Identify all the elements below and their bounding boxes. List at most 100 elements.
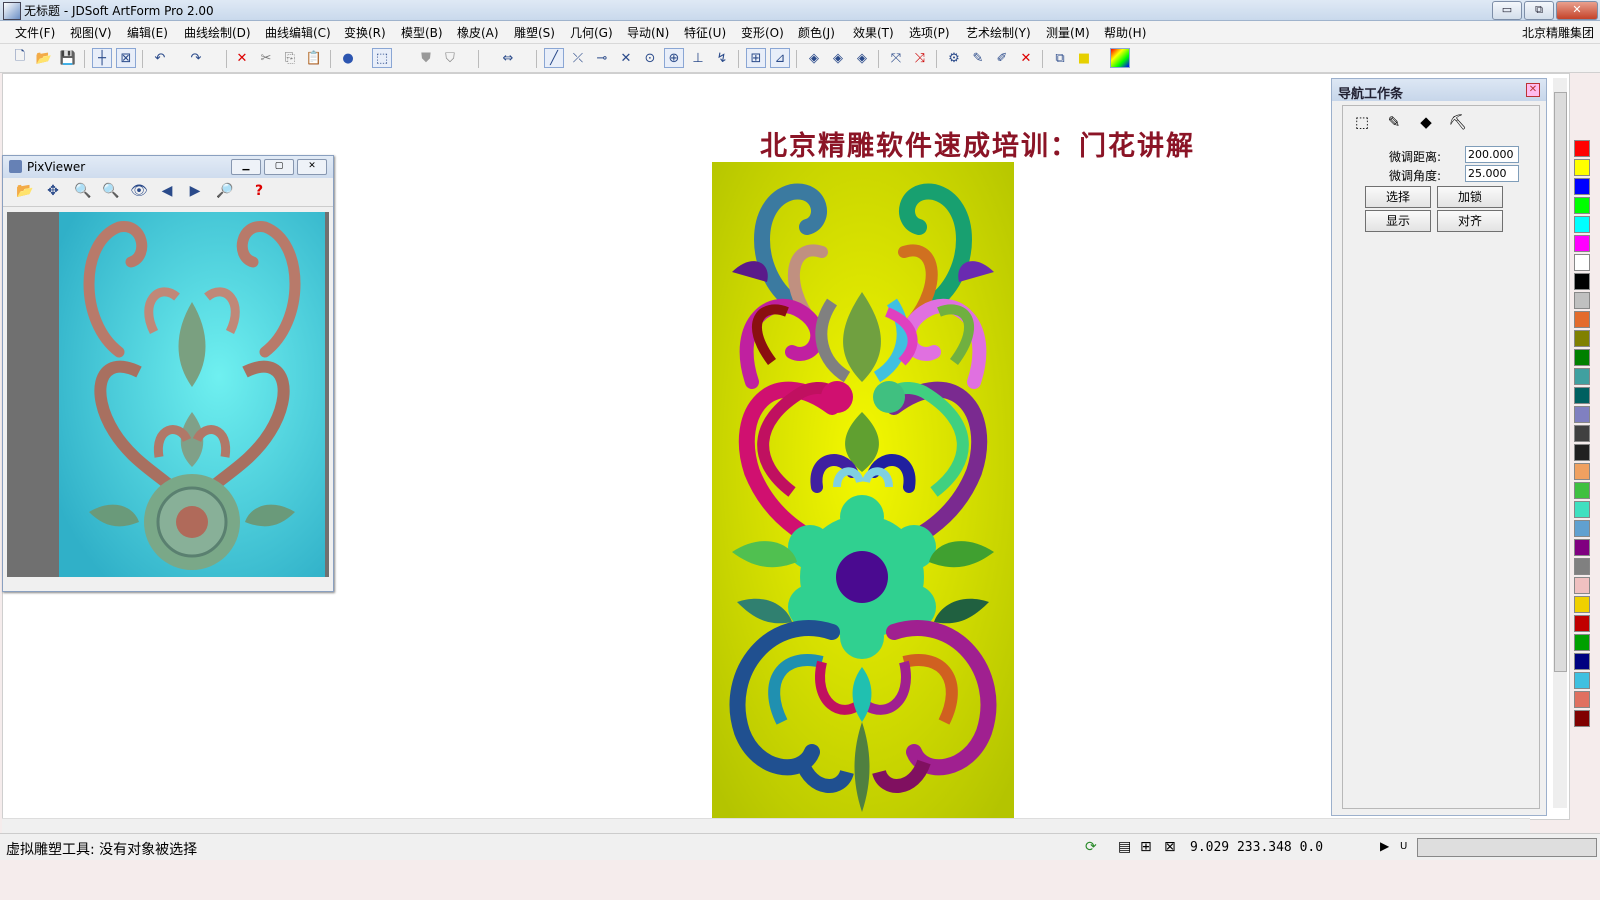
sculpt-tool-icon[interactable]: ⚙ xyxy=(944,48,964,68)
color-swatch[interactable] xyxy=(1574,349,1590,366)
color-swatch[interactable] xyxy=(1574,425,1590,442)
color-swatch[interactable] xyxy=(1574,672,1590,689)
color-swatch[interactable] xyxy=(1574,197,1590,214)
pv-zoom-in-icon[interactable]: 🔍 xyxy=(73,183,93,201)
play-icon[interactable]: ▶ xyxy=(1380,839,1389,853)
relief-icon-2[interactable]: ◈ xyxy=(828,48,848,68)
copy-icon[interactable]: ⎘ xyxy=(280,48,300,68)
refresh-icon[interactable]: ⟳ xyxy=(1085,839,1097,855)
lock-button[interactable]: 加锁 xyxy=(1437,186,1503,208)
color-swatch[interactable] xyxy=(1574,406,1590,423)
color-swatch[interactable] xyxy=(1574,254,1590,271)
color-swatch[interactable] xyxy=(1574,235,1590,252)
graph-icon[interactable]: ⊿ xyxy=(770,48,790,68)
color-swatch[interactable] xyxy=(1574,558,1590,575)
color-swatch[interactable] xyxy=(1574,691,1590,708)
cross-icon[interactable]: ✕ xyxy=(616,48,636,68)
menu-sculpt[interactable]: 雕塑(S) xyxy=(514,24,555,41)
line-tool-icon[interactable]: ╱ xyxy=(544,48,564,68)
grid-icon[interactable]: ⊞ xyxy=(746,48,766,68)
angle-field[interactable]: 25.000 xyxy=(1465,165,1519,182)
menu-help[interactable]: 帮助(H) xyxy=(1104,24,1146,41)
color-swatch[interactable] xyxy=(1574,615,1590,632)
grid-status-icon[interactable]: ⊞ xyxy=(1140,839,1152,855)
intersect-icon[interactable]: ⤫ xyxy=(568,48,588,68)
color-swatch[interactable] xyxy=(1574,159,1590,176)
pv-open-icon[interactable]: 📂 xyxy=(15,183,35,201)
redo-icon[interactable]: ↷ xyxy=(186,48,206,68)
crosshair-icon[interactable]: ┼ xyxy=(92,48,112,68)
layer-icon[interactable]: ⧉ xyxy=(1050,48,1070,68)
color-swatch[interactable] xyxy=(1574,539,1590,556)
color-swatch[interactable] xyxy=(1574,368,1590,385)
pixviewer-maximize-button[interactable]: ▢ xyxy=(264,159,294,175)
color-swatch[interactable] xyxy=(1574,178,1590,195)
pv-help-icon[interactable]: ? xyxy=(249,183,269,201)
nav-tab-layer-icon[interactable]: ◆ xyxy=(1413,110,1439,134)
menu-geometry[interactable]: 几何(G) xyxy=(570,24,613,41)
pv-fit-icon[interactable]: 🔎 xyxy=(215,183,235,201)
menu-transform[interactable]: 变换(R) xyxy=(344,24,386,41)
menu-measure[interactable]: 测量(M) xyxy=(1046,24,1090,41)
shade-icon[interactable]: ⛊ xyxy=(416,48,436,68)
target-icon[interactable]: ⊕ xyxy=(664,48,684,68)
color-swatch[interactable] xyxy=(1574,634,1590,651)
pixviewer-title-bar[interactable]: PixViewer ▁ ▢ ✕ xyxy=(3,156,333,178)
node-edit-icon[interactable]: ⤧ xyxy=(886,48,906,68)
color-swatch[interactable] xyxy=(1574,330,1590,347)
distance-field[interactable]: 200.000 xyxy=(1465,146,1519,163)
color-swatch[interactable] xyxy=(1574,311,1590,328)
color-palette-icon[interactable] xyxy=(1110,48,1130,68)
perpendicular-icon[interactable]: ⊥ xyxy=(688,48,708,68)
pan-arrows-icon[interactable]: ⇔ xyxy=(498,48,518,68)
menu-curve-draw[interactable]: 曲线绘制(D) xyxy=(184,24,251,41)
layer-status-icon[interactable]: ▤ xyxy=(1118,839,1131,855)
nav-panel-title-bar[interactable]: 导航工作条 ✕ xyxy=(1332,79,1546,102)
horizontal-scrollbar[interactable] xyxy=(2,818,1530,833)
color-fill-icon[interactable]: ■ xyxy=(1074,48,1094,68)
color-swatch[interactable] xyxy=(1574,482,1590,499)
menu-view[interactable]: 视图(V) xyxy=(70,24,112,41)
render-icon[interactable]: ⛉ xyxy=(440,48,460,68)
undo-icon[interactable]: ↶ xyxy=(150,48,170,68)
view-cube-icon[interactable]: ⬚ xyxy=(372,48,392,68)
cancel-icon[interactable]: ✕ xyxy=(1016,48,1036,68)
cut-icon[interactable]: ✂ xyxy=(256,48,276,68)
color-swatch[interactable] xyxy=(1574,216,1590,233)
show-button[interactable]: 显示 xyxy=(1365,210,1431,232)
menu-art-draw[interactable]: 艺术绘制(Y) xyxy=(966,24,1031,41)
edit-tool-icon[interactable]: ✐ xyxy=(992,48,1012,68)
smooth-tool-icon[interactable]: ✎ xyxy=(968,48,988,68)
circle-center-icon[interactable]: ⊙ xyxy=(640,48,660,68)
color-swatch[interactable] xyxy=(1574,577,1590,594)
pixviewer-close-button[interactable]: ✕ xyxy=(297,159,327,175)
minimize-button[interactable]: ▭ xyxy=(1492,1,1522,20)
align-button[interactable]: 对齐 xyxy=(1437,210,1503,232)
color-swatch[interactable] xyxy=(1574,653,1590,670)
menu-curve-edit[interactable]: 曲线编辑(C) xyxy=(265,24,331,41)
menu-color[interactable]: 颜色(J) xyxy=(798,24,835,41)
nav-tab-edit-icon[interactable]: ✎ xyxy=(1381,110,1407,134)
nav-tab-tool-icon[interactable]: ⛏ xyxy=(1445,110,1471,134)
pv-move-icon[interactable]: ✥ xyxy=(43,183,63,201)
new-file-icon[interactable]: 🗋 xyxy=(10,48,30,68)
nav-panel-close-icon[interactable]: ✕ xyxy=(1526,83,1540,97)
pixviewer-relief-preview[interactable] xyxy=(7,212,329,577)
color-swatch[interactable] xyxy=(1574,520,1590,537)
color-swatch[interactable] xyxy=(1574,387,1590,404)
menu-deform[interactable]: 变形(O) xyxy=(741,24,784,41)
vertical-scrollbar-thumb[interactable] xyxy=(1554,92,1567,672)
menu-effect[interactable]: 效果(T) xyxy=(853,24,894,41)
color-swatch[interactable] xyxy=(1574,444,1590,461)
paste-icon[interactable]: 📋 xyxy=(304,48,324,68)
color-swatch[interactable] xyxy=(1574,501,1590,518)
pixviewer-minimize-button[interactable]: ▁ xyxy=(231,159,261,175)
menu-guide[interactable]: 导动(N) xyxy=(627,24,669,41)
relief-icon-3[interactable]: ◈ xyxy=(852,48,872,68)
menu-file[interactable]: 文件(F) xyxy=(15,24,55,41)
box-status-icon[interactable]: ⊠ xyxy=(1164,839,1176,855)
color-swatch[interactable] xyxy=(1574,596,1590,613)
open-file-icon[interactable]: 📂 xyxy=(34,48,54,68)
color-swatch[interactable] xyxy=(1574,463,1590,480)
color-swatch[interactable] xyxy=(1574,710,1590,727)
